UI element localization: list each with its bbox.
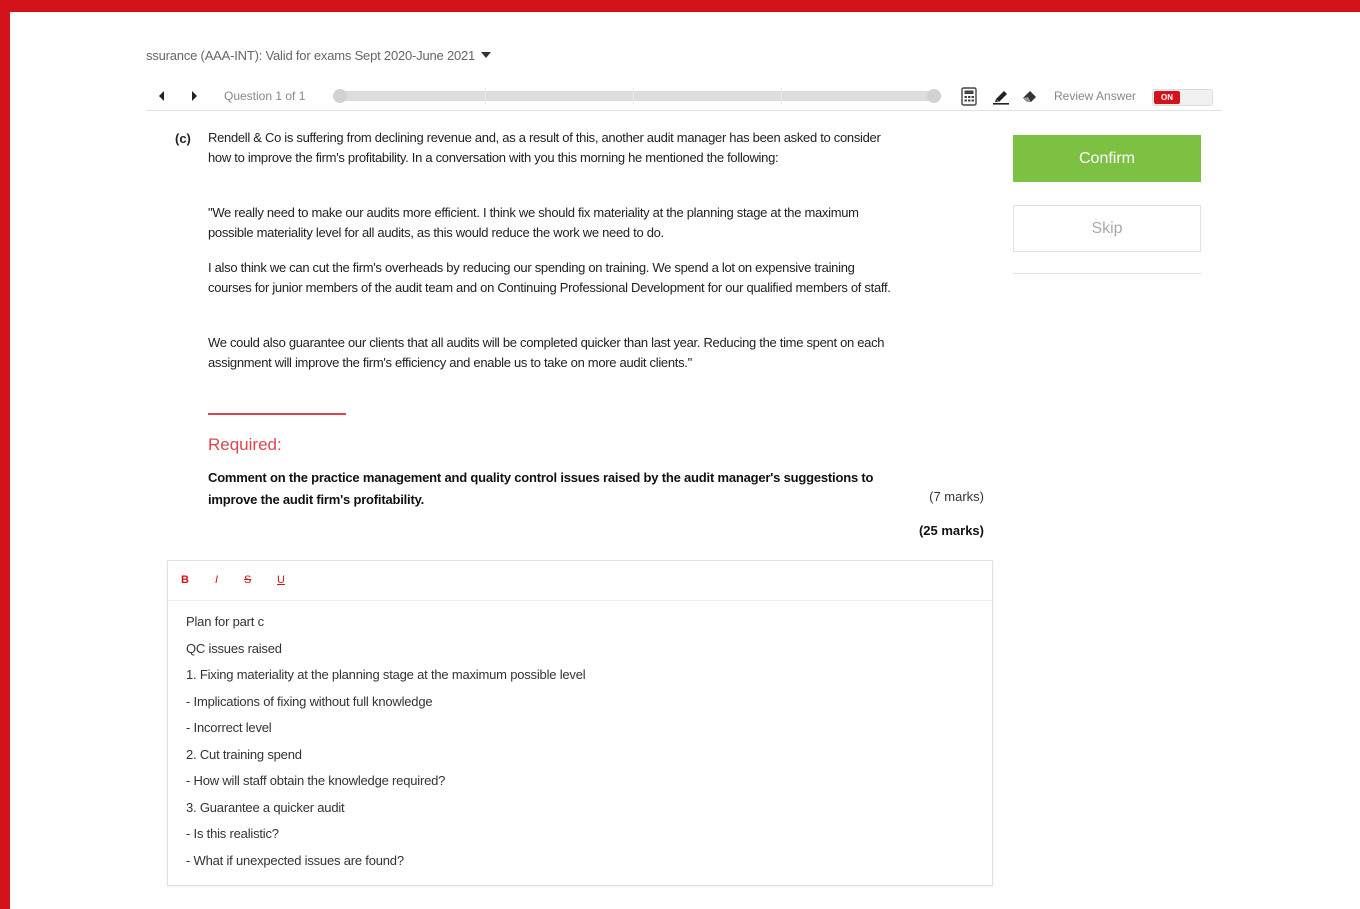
answer-line: - How will staff obtain the knowledge re… xyxy=(186,773,446,788)
review-answer-label: Review Answer xyxy=(1054,89,1137,103)
chevron-left-icon[interactable] xyxy=(159,91,164,101)
answer-line: Plan for part c xyxy=(186,614,264,629)
question-paragraph: Rendell & Co is suffering from declining… xyxy=(208,130,881,165)
answer-line: - Incorrect level xyxy=(186,720,272,735)
required-title: Required: xyxy=(208,435,282,454)
part-label: (c) xyxy=(175,131,191,146)
editor-toolbar: B I S U xyxy=(168,561,992,601)
question-paragraph: "We really need to make our audits more … xyxy=(208,205,859,240)
answer-line: 1. Fixing materiality at the planning st… xyxy=(186,667,586,682)
underline-button[interactable]: U xyxy=(277,574,285,586)
question-counter: Question 1 of 1 xyxy=(224,89,306,103)
answer-line: - What if unexpected issues are found? xyxy=(186,853,404,868)
answer-text-area[interactable]: Plan for part c QC issues raised 1. Fixi… xyxy=(168,601,992,884)
review-answer-toggle[interactable]: ON xyxy=(1152,89,1213,106)
progress-knob-start xyxy=(333,89,347,103)
strikethrough-button[interactable]: S xyxy=(244,574,251,586)
highlighter-icon[interactable] xyxy=(990,85,1012,107)
progress-tick xyxy=(633,88,634,104)
eraser-icon[interactable] xyxy=(1019,85,1041,107)
progress-knob-end xyxy=(927,89,941,103)
answer-line: - Is this realistic? xyxy=(186,826,279,841)
frame-border-left xyxy=(0,0,10,909)
italic-button[interactable]: I xyxy=(215,574,218,586)
total-marks: (25 marks) xyxy=(918,523,984,538)
chevron-right-icon[interactable] xyxy=(192,91,197,101)
bold-button[interactable]: B xyxy=(181,574,189,586)
question-paragraph: I also think we can cut the firm's overh… xyxy=(208,260,891,295)
question-toolbar: Question 1 of 1 Review Answer ON xyxy=(146,84,1222,111)
exam-title-text: ssurance (AAA-INT): Valid for exams Sept… xyxy=(146,48,476,63)
exam-title-dropdown[interactable]: ssurance (AAA-INT): Valid for exams Sept… xyxy=(146,48,492,63)
answer-line: - Implications of fixing without full kn… xyxy=(186,694,433,709)
calculator-icon[interactable] xyxy=(958,85,980,107)
frame-border-top xyxy=(0,0,1360,12)
question-progress-bar[interactable] xyxy=(333,88,941,104)
answer-line: 3. Guarantee a quicker audit xyxy=(186,800,345,815)
question-paragraph: We could also guarantee our clients that… xyxy=(208,335,885,370)
caret-down-icon xyxy=(481,52,492,58)
progress-tick xyxy=(485,88,486,104)
part-marks: (7 marks) xyxy=(929,489,984,504)
required-divider xyxy=(208,413,346,415)
answer-editor: B I S U Plan for part c QC issues raised… xyxy=(167,560,993,886)
sidebar-divider xyxy=(1013,273,1201,274)
answer-line: 2. Cut training spend xyxy=(186,747,302,762)
required-text: Comment on the practice management and q… xyxy=(208,470,874,507)
progress-tick xyxy=(781,88,782,104)
answer-line: QC issues raised xyxy=(186,641,282,656)
toggle-state: ON xyxy=(1154,91,1180,104)
skip-button[interactable]: Skip xyxy=(1013,205,1201,252)
confirm-button[interactable]: Confirm xyxy=(1013,135,1201,182)
